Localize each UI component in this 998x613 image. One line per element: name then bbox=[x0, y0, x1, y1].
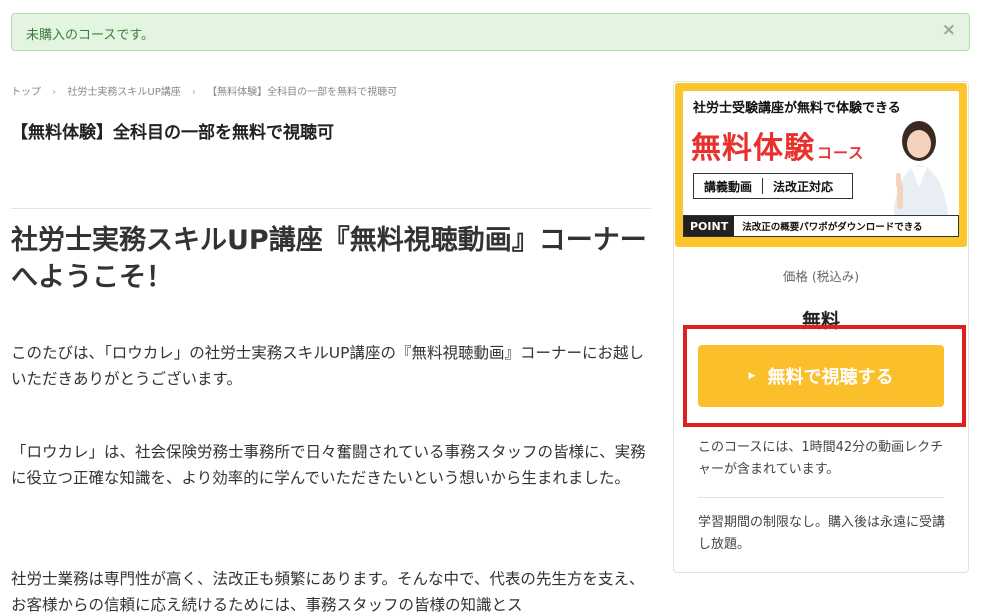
breadcrumb-separator: › bbox=[52, 87, 57, 98]
breadcrumb-item-top[interactable]: トップ bbox=[11, 87, 41, 98]
price-label: 価格 (税込み) bbox=[782, 269, 860, 284]
course-duration-info: このコースには、1時間42分の動画レクチャーが含まれています。 bbox=[698, 440, 944, 477]
not-purchased-alert: 未購入のコースです。 × bbox=[11, 13, 970, 51]
intro-paragraph: このたびは、「ロウカレ」の社労士実務スキルUP講座の『無料視聴動画』コーナーにお… bbox=[11, 344, 644, 388]
banner-title-suffix: コース bbox=[817, 144, 865, 162]
play-triangle-icon: ▶ bbox=[748, 371, 756, 381]
breadcrumb-separator: › bbox=[191, 87, 196, 98]
watch-free-label: 無料で視聴する bbox=[767, 367, 894, 388]
page-heading: 社労士実務スキルUP講座『無料視聴動画』コーナーへようこそ！ bbox=[11, 225, 647, 293]
close-icon[interactable]: × bbox=[942, 20, 956, 40]
divider bbox=[698, 497, 944, 498]
banner-panel: 社労士受験講座が無料で体験できる 無料体験 コース 講義動画 法改正対応 bbox=[683, 91, 959, 231]
divider bbox=[11, 208, 651, 209]
banner-title: 無料体験 コース bbox=[691, 123, 864, 167]
course-title: 【無料体験】全科目の一部を無料で視聴可 bbox=[11, 123, 334, 143]
business-paragraph: 社労士業務は専門性が高く、法改正も頻繁にあります。そんな中で、代表の先生方を支え… bbox=[11, 570, 645, 613]
point-text: 法改正の概要パワポがダウンロードできる bbox=[742, 222, 923, 233]
alert-text: 未購入のコースです。 bbox=[26, 28, 155, 43]
about-paragraph: 「ロウカレ」は、社会保険労務士事務所で日々奮闘されている事務スタッフの皆様に、実… bbox=[11, 443, 646, 487]
breadcrumb-item-course-category[interactable]: 社労士実務スキルUP講座 bbox=[67, 87, 180, 98]
breadcrumb: トップ › 社労士実務スキルUP講座 › 【無料体験】全科目の一部を無料で視聴可 bbox=[11, 83, 397, 98]
instructor-illustration bbox=[893, 121, 949, 223]
banner-point: POINT 法改正の概要パワポがダウンロードできる bbox=[683, 215, 959, 237]
watch-free-button[interactable]: ▶ 無料で視聴する bbox=[698, 345, 944, 407]
breadcrumb-item-current: 【無料体験】全科目の一部を無料で視聴可 bbox=[207, 87, 398, 98]
banner-tag-law-revision: 法改正対応 bbox=[773, 179, 834, 194]
banner-tags: 講義動画 法改正対応 bbox=[693, 173, 853, 199]
course-banner[interactable]: 社労士受験講座が無料で体験できる 無料体験 コース 講義動画 法改正対応 POIN… bbox=[675, 83, 967, 247]
point-label: POINT bbox=[684, 216, 735, 236]
banner-tag-lecture: 講義動画 bbox=[704, 179, 753, 194]
banner-title-main: 無料体験 bbox=[691, 131, 815, 166]
access-period-info: 学習期間の制限なし。購入後は永遠に受講し放題。 bbox=[698, 515, 946, 552]
